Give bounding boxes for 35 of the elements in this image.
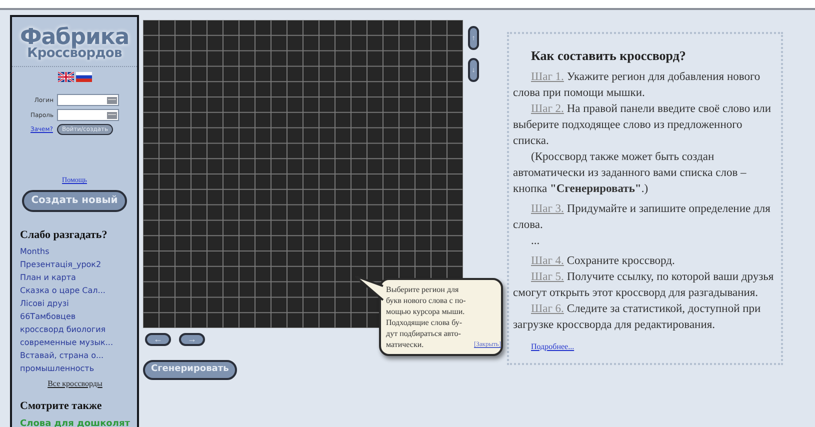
step-link[interactable]: Шаг 1.: [531, 70, 564, 82]
crossword-link[interactable]: Months: [20, 245, 130, 258]
step-link[interactable]: Шаг 5.: [531, 270, 564, 282]
step-text: Шаг 1. Укажите регион для добавления нового слова при помощи мышки.: [513, 70, 762, 100]
step-text: Шаг 5. Получите ссылку, по которой ваши друзья смогут открыть этот кроссворд для разгадывания.: [513, 270, 775, 300]
step-text: Шаг 4. Сохраните кроссворд.: [530, 254, 676, 268]
note-text: ...: [530, 234, 541, 248]
scroll-right-button[interactable]: →: [179, 333, 205, 346]
crossword-link[interactable]: промышленность: [20, 362, 130, 375]
step-link[interactable]: Шаг 2.: [531, 102, 564, 114]
logo[interactable]: Фабрика Кроссвордов: [20, 27, 130, 60]
crossword-link[interactable]: Сказка о царе Сал...: [20, 284, 130, 297]
more-link[interactable]: Подробнее...: [531, 340, 574, 352]
step-text: Шаг 2. На правой панели введите своё слово или выберите подходящее слово из предложенного списка.: [513, 102, 772, 148]
generate-button[interactable]: Сгенерировать: [143, 360, 237, 380]
tooltip-text: Выберите регион для букв нового слова с по- мощью курсора мыши. Подходящие слова бу- дут подбираться авто- матически.: [386, 284, 467, 350]
step-text: Шаг 3. Придумайте и запишите определение для слова.: [513, 202, 772, 232]
section-heading: Слабо разгадать?: [20, 228, 108, 242]
crossword-link[interactable]: Презентація_урок2: [20, 258, 130, 271]
crossword-link[interactable]: Вставай, страна о...: [20, 349, 130, 362]
crossword-link[interactable]: кроссворд биология: [20, 323, 130, 336]
all-crosswords-link[interactable]: Все кроссворды: [48, 378, 102, 390]
crossword-link[interactable]: современные музык...: [20, 336, 130, 349]
step-link[interactable]: Шаг 6.: [531, 302, 564, 314]
crossword-link[interactable]: 66Тамбовцев: [20, 310, 130, 323]
step-link[interactable]: Шаг 4.: [531, 254, 564, 266]
step-link[interactable]: Шаг 3.: [531, 202, 564, 214]
section-heading: Смотрите также: [20, 399, 103, 414]
create-new-button[interactable]: Создать новый: [22, 190, 127, 212]
crossword-link[interactable]: План и карта: [20, 271, 130, 284]
note-text: (Кроссворд также может быть создан автоматически из заданного вами списка слов – кнопка "Сгенерировать".): [513, 150, 748, 196]
step-text: Шаг 6. Следите за статистикой, доступной при загрузке кроссворда для редактирования.: [513, 302, 762, 332]
crossword-link[interactable]: Лісові друзі: [20, 297, 130, 310]
help-title: Как составить кроссворд?: [530, 47, 687, 65]
scroll-left-button[interactable]: ←: [145, 333, 171, 346]
